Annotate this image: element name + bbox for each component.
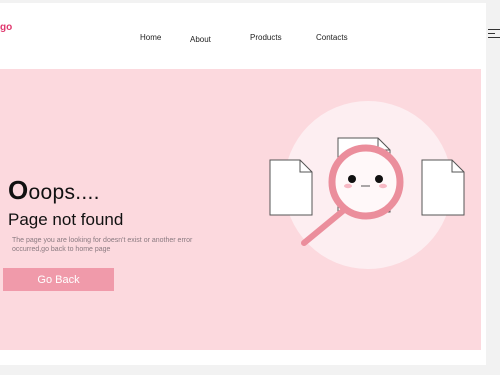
error-description: The page you are looking for doesn't exi… — [12, 237, 193, 253]
left-paper-icon — [269, 159, 313, 216]
headline-rest: oops.... — [28, 181, 100, 204]
site-logo[interactable]: go — [0, 22, 12, 33]
nav-home[interactable]: Home — [140, 33, 161, 42]
headline-big-letter: O — [8, 175, 29, 205]
right-paper-icon — [421, 159, 465, 216]
magnifier-lens — [328, 144, 404, 220]
go-back-button[interactable]: Go Back — [3, 268, 114, 291]
right-eye — [375, 175, 383, 183]
nav-about[interactable]: About — [190, 35, 211, 44]
page-not-found-title: Page not found — [8, 210, 124, 229]
magnifier-404-icon — [269, 101, 465, 269]
error-headline: Ooops.... — [8, 175, 100, 206]
left-eye — [348, 175, 356, 183]
right-blush — [379, 183, 387, 189]
hamburger-menu-icon[interactable] — [488, 29, 500, 39]
nav-contacts[interactable]: Contacts — [316, 33, 348, 42]
left-blush — [344, 183, 352, 189]
nav-products[interactable]: Products — [250, 33, 282, 42]
